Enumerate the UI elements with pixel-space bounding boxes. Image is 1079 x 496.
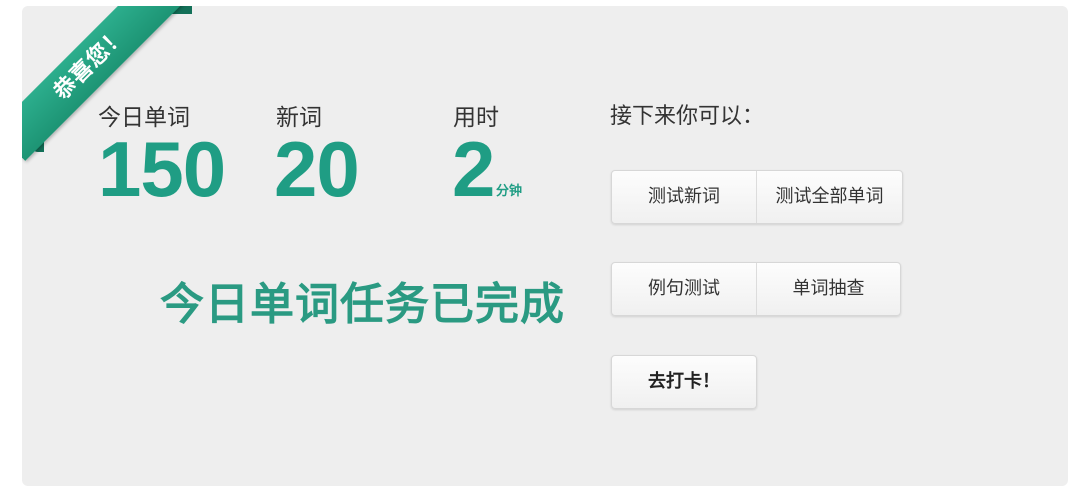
stat-new-words-value: 20 (274, 125, 360, 213)
action-group-tests: 测试新词 测试全部单词 (611, 170, 903, 224)
test-all-words-button[interactable]: 测试全部单词 (756, 171, 902, 223)
check-in-button[interactable]: 去打卡！ (612, 356, 756, 408)
word-spot-check-button[interactable]: 单词抽查 (756, 263, 900, 315)
congrats-ribbon: 恭喜您！ (22, 6, 188, 161)
completion-card: 恭喜您！ 今日单词 150 新词 20 用时 2 分钟 今日单词任务已完成 接下… (22, 6, 1068, 486)
action-group-checkin: 去打卡！ (611, 355, 757, 409)
test-new-words-button[interactable]: 测试新词 (612, 171, 756, 223)
congrats-ribbon-wrap: 恭喜您！ (22, 6, 202, 166)
sentence-test-button[interactable]: 例句测试 (612, 263, 756, 315)
stat-time-used-unit: 分钟 (496, 184, 523, 199)
action-group-review: 例句测试 单词抽查 (611, 262, 901, 316)
next-actions-title: 接下来你可以： (610, 104, 765, 129)
task-complete-message: 今日单词任务已完成 (160, 279, 565, 330)
stat-time-used-value: 2 (452, 125, 495, 213)
